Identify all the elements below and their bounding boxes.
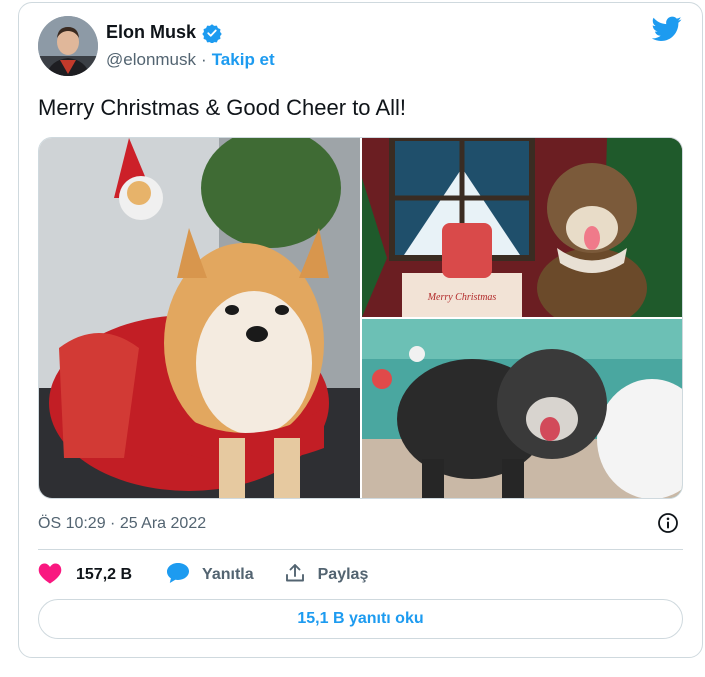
twitter-bird-icon[interactable] (651, 16, 682, 47)
follow-button[interactable]: Takip et (212, 50, 275, 70)
photo-akita-christmas[interactable]: Merry Christmas (362, 138, 682, 317)
speech-bubble-icon (166, 562, 190, 589)
info-icon[interactable] (657, 512, 679, 539)
separator-dot: · (201, 50, 207, 69)
photo-shiba-santa[interactable] (39, 138, 360, 498)
like-button[interactable]: 157,2 B (38, 562, 132, 589)
tweet-text: Merry Christmas & Good Cheer to All! (38, 95, 407, 120)
tweet-timestamp[interactable]: ÖS 10:29 · 25 Ara 2022 (38, 515, 206, 533)
share-label: Paylaş (317, 566, 369, 583)
christmas-sign-text: Merry Christmas (427, 292, 497, 303)
heart-icon (38, 562, 62, 589)
like-count: 157,2 B (76, 566, 133, 583)
media-grid: Merry Christmas (38, 137, 683, 499)
reply-button[interactable]: Yanıtla (166, 562, 254, 589)
reply-label: Yanıtla (202, 566, 254, 583)
divider (38, 549, 683, 550)
photo-black-dog[interactable] (362, 319, 682, 498)
author-avatar[interactable] (38, 16, 98, 76)
author-handle[interactable]: @elonmusk (106, 50, 196, 70)
verified-badge-icon (202, 23, 222, 43)
author-display-name[interactable]: Elon Musk (106, 22, 196, 43)
share-button[interactable]: Paylaş (284, 562, 369, 589)
author-handle-row: @elonmusk · Takip et (106, 50, 275, 70)
share-upload-icon (284, 562, 306, 589)
author-name-row: Elon Musk (106, 22, 222, 43)
read-replies-button[interactable]: 15,1 B yanıtı oku (38, 599, 683, 639)
action-bar: 157,2 B Yanıtla Paylaş (38, 560, 368, 590)
